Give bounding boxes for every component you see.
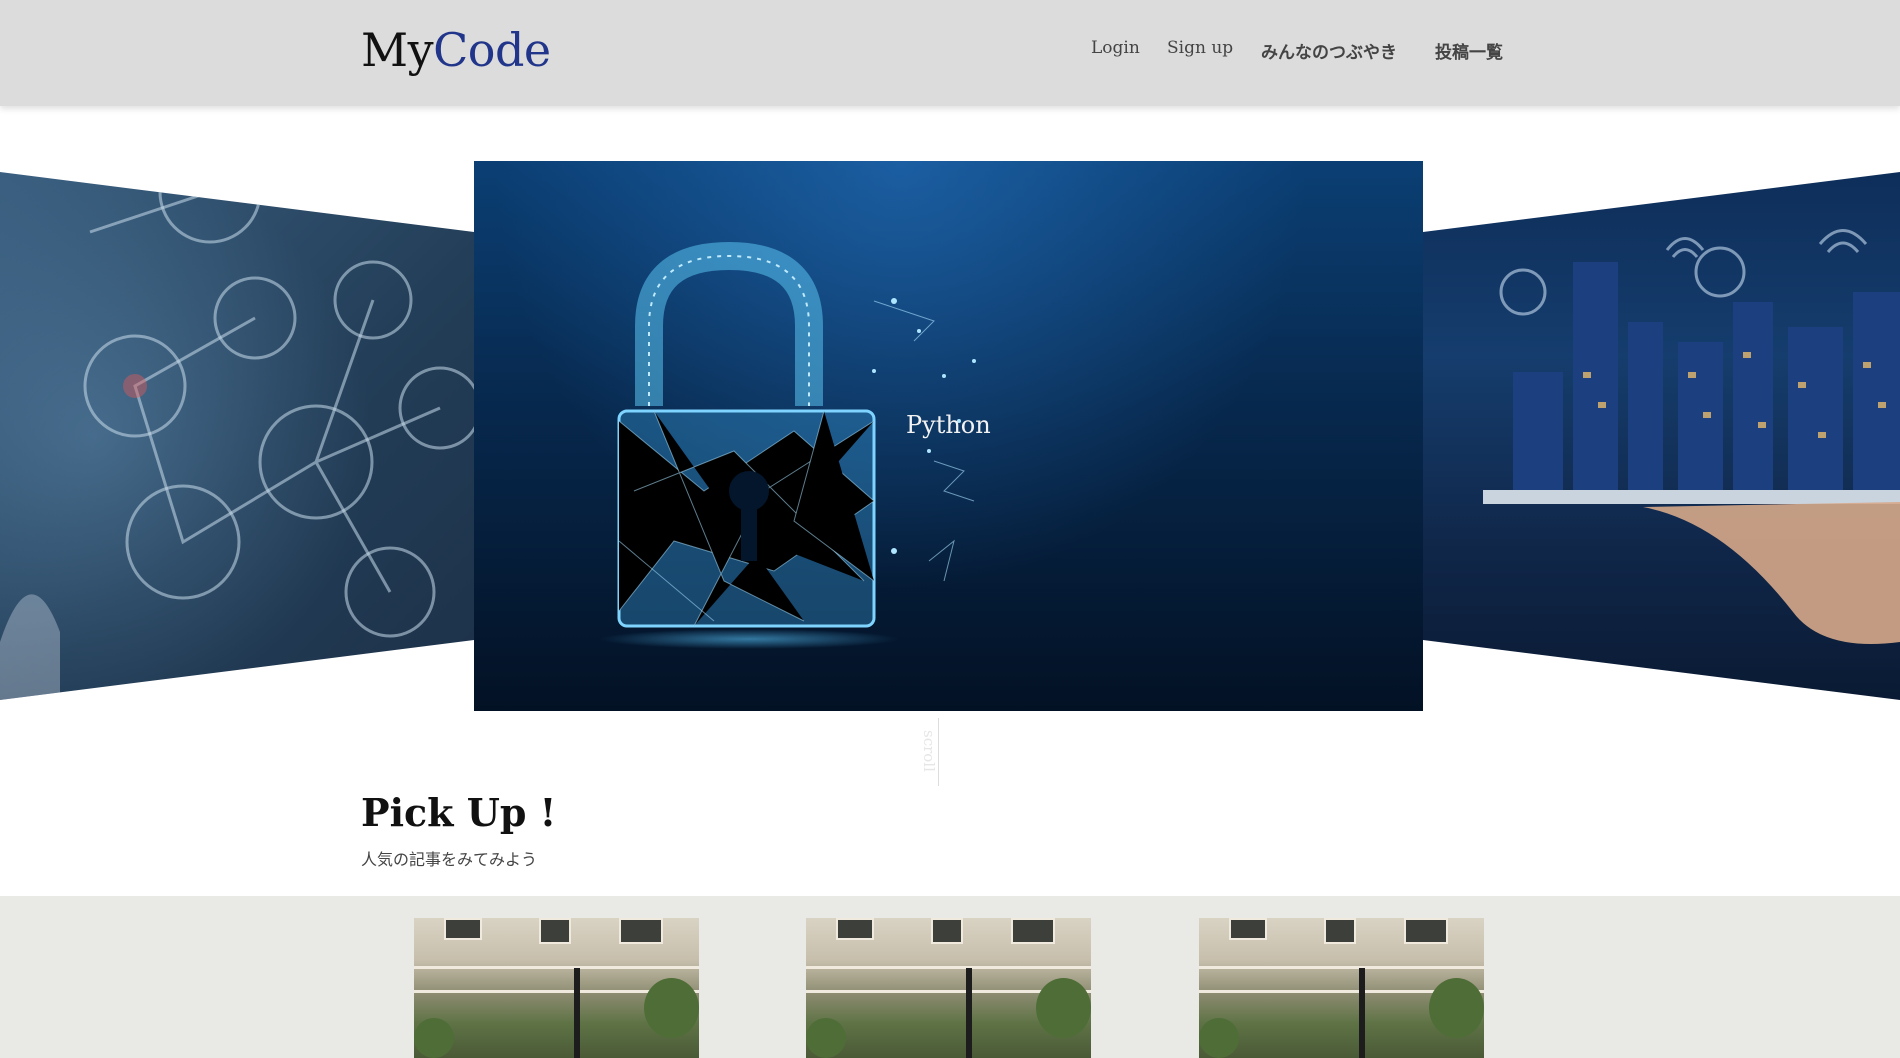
scroll-indicator-line: [938, 718, 939, 786]
nav-signup-link[interactable]: Sign up: [1167, 38, 1233, 58]
nav-login-link[interactable]: Login: [1091, 38, 1140, 58]
pickup-cards-section: [0, 896, 1900, 1058]
hero-carousel[interactable]: Python scroll: [0, 106, 1900, 786]
main-nav: Login Sign up みんなのつぶやき 投稿一覧: [0, 38, 1900, 64]
carousel-prev-slide[interactable]: [0, 172, 474, 700]
nav-posts-link[interactable]: 投稿一覧: [1435, 38, 1503, 63]
site-header: MyCode Login Sign up みんなのつぶやき 投稿一覧: [0, 0, 1900, 106]
network-icons-image: [0, 172, 474, 700]
carousel-current-slide[interactable]: Python: [474, 161, 1423, 711]
pickup-heading: Pick Up !: [361, 790, 557, 835]
carousel-next-slide[interactable]: [1423, 172, 1900, 700]
article-card-2[interactable]: [806, 918, 1091, 1058]
nav-tweets-link[interactable]: みんなのつぶやき: [1261, 38, 1397, 63]
slide-title: Python: [906, 411, 991, 439]
article-card-3[interactable]: [1199, 918, 1484, 1058]
article-card-1[interactable]: [414, 918, 699, 1058]
pickup-subheading: 人気の記事をみてみよう: [361, 850, 538, 869]
scroll-indicator-label: scroll: [920, 730, 938, 772]
smart-city-image: [1483, 229, 1900, 644]
